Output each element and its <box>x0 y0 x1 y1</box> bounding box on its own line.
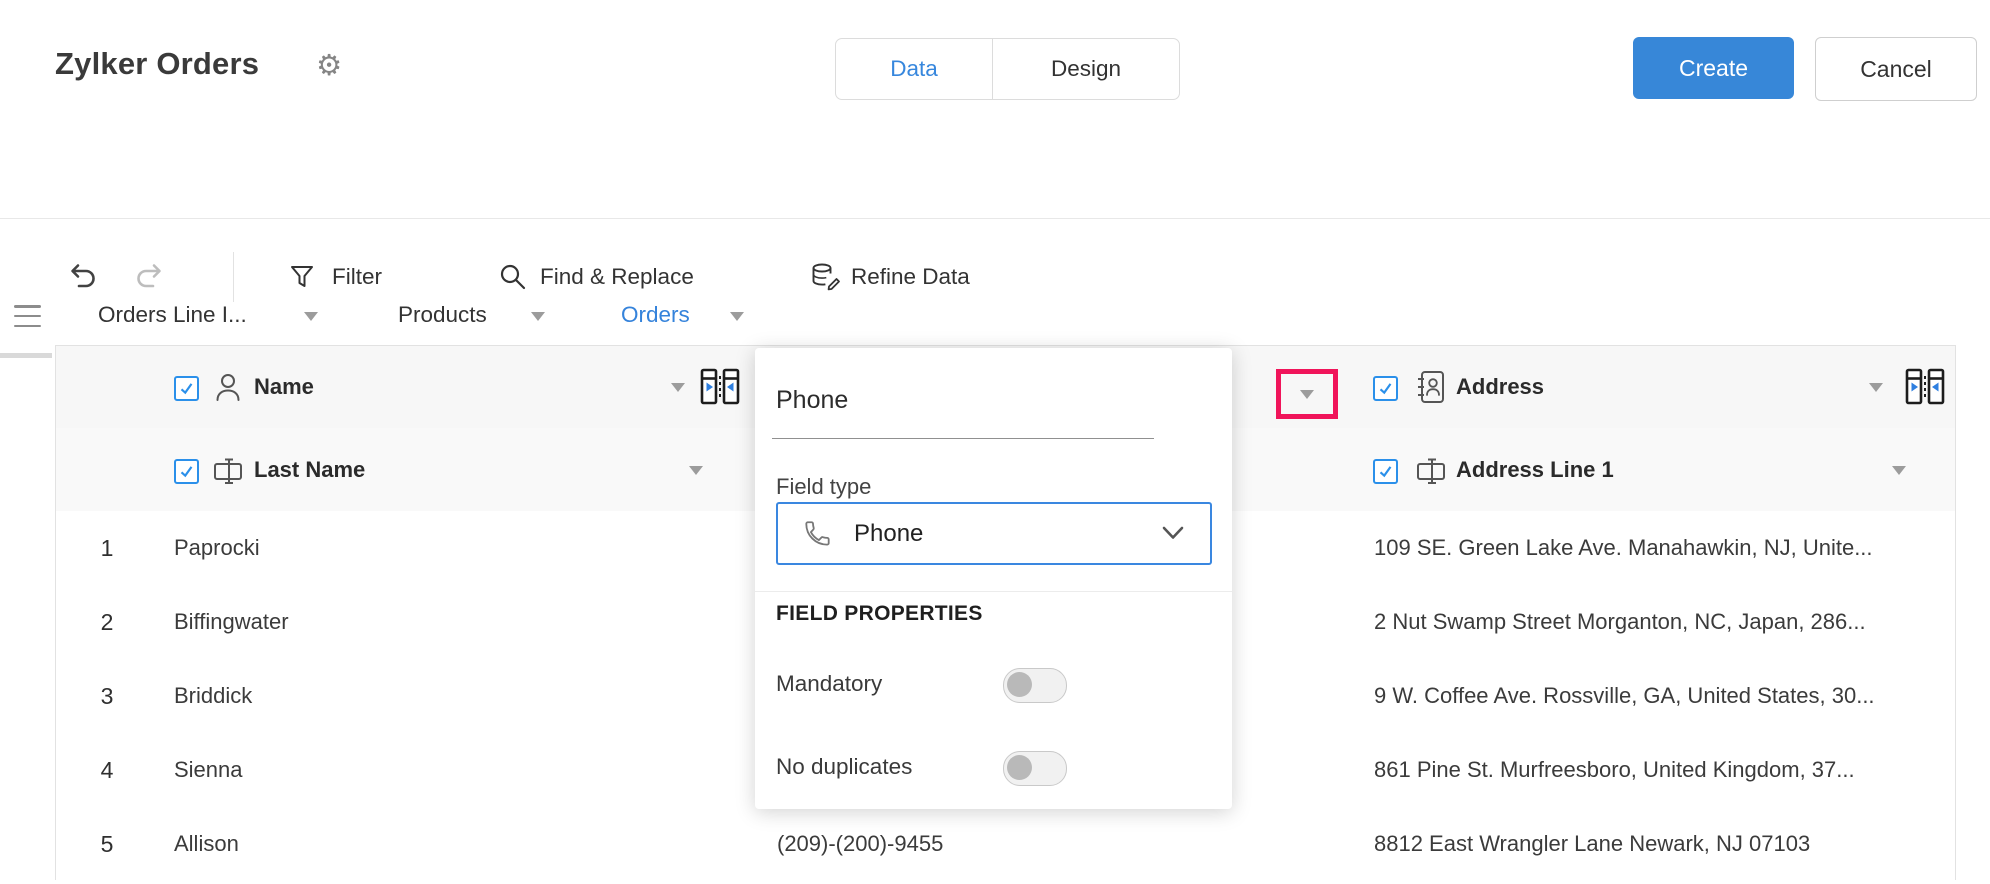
last-name-checkbox[interactable] <box>174 459 199 484</box>
address-cell[interactable]: 861 Pine St. Murfreesboro, United Kingdo… <box>1374 733 1949 807</box>
no-duplicates-toggle[interactable] <box>1003 751 1067 786</box>
field-type-select[interactable]: Phone <box>776 502 1212 565</box>
field-properties-heading: FIELD PROPERTIES <box>776 602 983 626</box>
row-number[interactable]: 2 <box>76 585 138 659</box>
row-number[interactable]: 4 <box>76 733 138 807</box>
address-column-checkbox[interactable] <box>1373 376 1398 401</box>
view-toggle: Data Design <box>835 38 1180 100</box>
phone-column-dropdown-highlight[interactable] <box>1276 369 1338 419</box>
phone-column-dropdown-icon[interactable] <box>1300 390 1314 399</box>
name-column-checkbox[interactable] <box>174 376 199 401</box>
filter-button[interactable]: Filter <box>332 264 382 290</box>
create-button[interactable]: Create <box>1633 37 1794 99</box>
address-line-checkbox[interactable] <box>1373 459 1398 484</box>
last-name-cell[interactable]: Paprocki <box>174 511 754 585</box>
mandatory-label: Mandatory <box>776 671 882 697</box>
sheet-tab-bar: Orders Line I... Products Orders <box>0 140 1990 219</box>
chevron-down-icon <box>1162 526 1184 541</box>
field-type-label: Field type <box>776 474 871 500</box>
screen: Zylker Orders ⚙ Data Design Create Cance… <box>0 0 1990 884</box>
sheet-tab-orders[interactable]: Orders <box>621 302 690 328</box>
redo-icon[interactable] <box>133 260 167 294</box>
chevron-down-icon[interactable] <box>730 312 744 321</box>
split-column-icon[interactable] <box>700 368 740 406</box>
text-field-icon <box>1416 456 1448 486</box>
phone-icon <box>800 518 832 550</box>
table-row: 5 Allison (209)-(200)-9455 8812 East Wra… <box>56 807 1955 881</box>
refine-data-button[interactable]: Refine Data <box>851 264 970 290</box>
sheet-tab-orders-line-items[interactable]: Orders Line I... <box>98 302 247 328</box>
name-column-dropdown-icon[interactable] <box>671 383 685 392</box>
find-replace-button[interactable]: Find & Replace <box>540 264 694 290</box>
address-cell[interactable]: 8812 East Wrangler Lane Newark, NJ 07103 <box>1374 807 1949 881</box>
address-cell[interactable]: 2 Nut Swamp Street Morganton, NC, Japan,… <box>1374 585 1949 659</box>
row-number[interactable]: 3 <box>76 659 138 733</box>
search-icon[interactable] <box>498 262 528 292</box>
toggle-knob <box>1007 755 1032 780</box>
sheet-tab-products[interactable]: Products <box>398 302 487 328</box>
filter-icon[interactable] <box>288 263 316 291</box>
last-name-cell[interactable]: Briddick <box>174 659 754 733</box>
field-name-input[interactable]: Phone <box>776 386 848 415</box>
text-field-icon <box>213 456 245 486</box>
row-number[interactable]: 5 <box>76 807 138 881</box>
hamburger-menu-icon[interactable] <box>14 305 41 327</box>
column-header-address[interactable]: Address <box>1456 374 1544 400</box>
last-name-dropdown-icon[interactable] <box>689 466 703 475</box>
column-header-name[interactable]: Name <box>254 374 314 400</box>
tab-data[interactable]: Data <box>836 39 993 99</box>
gear-icon[interactable]: ⚙ <box>316 48 342 82</box>
mandatory-toggle[interactable] <box>1003 668 1067 703</box>
last-name-cell[interactable]: Allison <box>174 807 754 881</box>
phone-cell[interactable]: (209)-(200)-9455 <box>777 807 1317 881</box>
field-properties-popup: Phone Field type Phone FIELD PROPERTIES … <box>755 348 1232 809</box>
field-type-value: Phone <box>854 520 923 548</box>
toolbar-divider <box>233 252 234 302</box>
last-name-cell[interactable]: Biffingwater <box>174 585 754 659</box>
chevron-down-icon[interactable] <box>531 312 545 321</box>
tab-design[interactable]: Design <box>993 39 1179 99</box>
field-name-underline <box>772 438 1154 439</box>
popup-divider <box>755 591 1232 592</box>
person-icon <box>213 371 243 403</box>
scroll-indicator <box>0 353 52 358</box>
checkmark-icon <box>179 464 194 479</box>
refine-data-icon[interactable] <box>810 261 842 293</box>
row-number[interactable]: 1 <box>76 511 138 585</box>
address-column-dropdown-icon[interactable] <box>1869 383 1883 392</box>
no-duplicates-label: No duplicates <box>776 754 912 780</box>
checkmark-icon <box>179 381 194 396</box>
toggle-knob <box>1007 672 1032 697</box>
subheader-address-line-1[interactable]: Address Line 1 <box>1456 457 1614 483</box>
address-cell[interactable]: 109 SE. Green Lake Ave. Manahawkin, NJ, … <box>1374 511 1949 585</box>
address-book-icon <box>1416 370 1446 404</box>
cancel-button[interactable]: Cancel <box>1815 37 1977 101</box>
chevron-down-icon[interactable] <box>304 312 318 321</box>
address-line-dropdown-icon[interactable] <box>1892 466 1906 475</box>
last-name-cell[interactable]: Sienna <box>174 733 754 807</box>
split-column-icon[interactable] <box>1905 368 1945 406</box>
page-title: Zylker Orders <box>55 46 259 82</box>
checkmark-icon <box>1378 464 1393 479</box>
subheader-last-name[interactable]: Last Name <box>254 457 365 483</box>
address-cell[interactable]: 9 W. Coffee Ave. Rossville, GA, United S… <box>1374 659 1949 733</box>
checkmark-icon <box>1378 381 1393 396</box>
undo-icon[interactable] <box>65 260 99 294</box>
